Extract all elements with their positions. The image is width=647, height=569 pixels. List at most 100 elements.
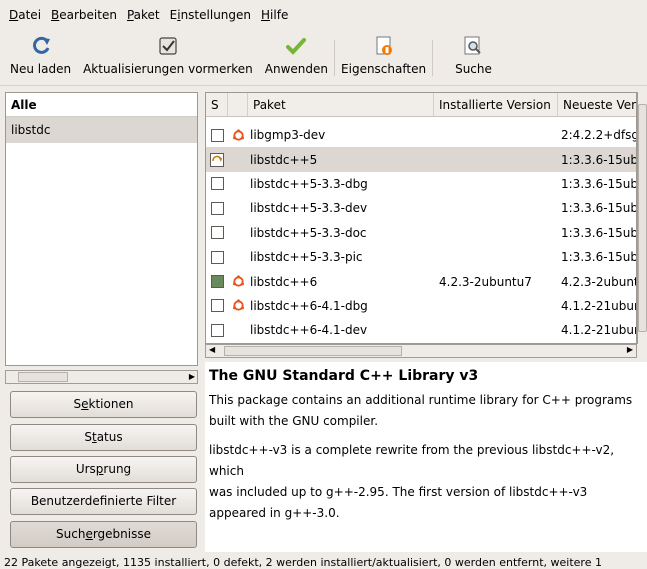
apply-check-icon [284, 34, 308, 58]
latest-version: 2:4.2.2+dfsg [561, 128, 637, 143]
latest-version: 4.2.3-2ubunt [561, 274, 637, 289]
package-checkbox[interactable] [210, 177, 224, 191]
installed-version: 4.2.3-2ubuntu7 [439, 274, 532, 289]
package-row[interactable]: libstdc++5-3.3-dev 1:3.3.6-15ub [206, 196, 637, 220]
package-checkbox[interactable] [210, 250, 224, 264]
support-cell [228, 129, 248, 142]
package-name: libstdc++5-3.3-dev [250, 201, 368, 216]
package-name: libstdc++6-4.1-dev [250, 323, 368, 338]
properties-button[interactable]: Eigenschaften [335, 30, 432, 86]
ubuntu-support-icon [232, 129, 244, 141]
package-checkbox-cell[interactable] [206, 177, 228, 191]
package-row[interactable]: libstdc++5-3.3-doc 1:3.3.6-15ub [206, 221, 637, 245]
column-header-package[interactable]: Paket [248, 93, 434, 116]
category-list-hscrollbar[interactable]: ▶ [5, 370, 198, 384]
mark-upgrades-icon [156, 34, 180, 58]
package-table-hscrollbar[interactable]: ◀ ▶ [205, 344, 637, 358]
package-table-vscrollbar[interactable] [637, 92, 647, 344]
mark-upgrades-button[interactable]: Aktualisierungen vormerken [77, 30, 259, 86]
scrollbar-thumb[interactable] [224, 346, 402, 356]
support-cell [228, 299, 248, 312]
custom-filter-button[interactable]: Benutzerdefinierte Filter [10, 488, 197, 515]
package-name: libstdc++5-3.3-dbg [250, 176, 368, 191]
latest-version: 4.1.2-21ubur [561, 298, 637, 313]
category-list: Alle libstdc [5, 92, 198, 366]
scroll-right-arrow-icon[interactable]: ▶ [189, 372, 195, 381]
origin-button[interactable]: Ursprung [10, 456, 197, 483]
package-name: libstdc++6 [250, 274, 318, 289]
package-name: libstdc++5 [250, 152, 318, 167]
menu-einstellungen[interactable]: Einstellungen [165, 0, 256, 30]
package-checkbox[interactable] [210, 323, 224, 337]
package-checkbox-cell[interactable] [206, 201, 228, 215]
package-name: libgmp3-dev [250, 128, 326, 143]
search-button[interactable]: Suche [433, 30, 502, 86]
latest-version: 1:3.3.6-15ub [561, 201, 637, 216]
package-checkbox-cell[interactable] [206, 275, 228, 289]
package-table: S Paket Installierte Version Neueste Ver… [205, 92, 637, 344]
package-checkbox-cell[interactable] [206, 152, 228, 167]
column-header-latest-version[interactable]: Neueste Ver [558, 93, 636, 116]
package-row[interactable]: libstdc++6-4.1-dbg 4.1.2-21ubur [206, 294, 637, 318]
package-checkbox[interactable] [210, 201, 224, 215]
description-paragraph: libstdc++-v3 is a complete rewrite from … [209, 443, 615, 478]
package-row[interactable]: libstdc++5-3.3-dbg 1:3.3.6-15ub [206, 172, 637, 196]
package-row[interactable]: libgmp3-dev 2:4.2.2+dfsg [206, 123, 637, 147]
column-header-support[interactable] [228, 93, 248, 116]
latest-version: 1:3.3.6-15ub [561, 225, 637, 240]
reload-icon [29, 34, 53, 58]
menu-hilfe[interactable]: Hilfe [256, 0, 293, 30]
package-row[interactable]: libstdc++6-4.1-dev 4.1.2-21ubur [206, 318, 637, 342]
ubuntu-support-icon [232, 275, 244, 287]
package-row[interactable]: libstdc++5 1:3.3.6-15ub [206, 147, 637, 172]
toolbar: Neu laden Aktualisierungen vormerken Anw… [0, 30, 647, 86]
latest-version: 1:3.3.6-15ub [561, 176, 637, 191]
description-paragraph: This package contains an additional runt… [209, 393, 633, 428]
package-checkbox-cell[interactable] [206, 250, 228, 264]
apply-button[interactable]: Anwenden [259, 30, 334, 86]
category-list-header[interactable]: Alle [6, 93, 197, 117]
latest-version: 1:3.3.6-15ub [561, 152, 637, 167]
ubuntu-support-icon [232, 299, 244, 312]
search-icon [461, 34, 485, 58]
scroll-left-arrow-icon[interactable]: ◀ [209, 345, 215, 354]
scrollbar-thumb[interactable] [18, 372, 68, 382]
package-checkbox[interactable] [210, 226, 224, 240]
package-name: libstdc++5-3.3-pic [250, 250, 363, 265]
package-checkbox[interactable] [210, 299, 224, 313]
column-header-status[interactable]: S [206, 93, 228, 116]
reload-button[interactable]: Neu laden [4, 30, 77, 86]
latest-version: 1:3.3.6-15ub [561, 250, 637, 265]
package-row[interactable]: libstdc++5-3.3-pic 1:3.3.6-15ub [206, 245, 637, 269]
status-bar: 22 Pakete angezeigt, 1135 installiert, 0… [4, 556, 602, 569]
description-title: The GNU Standard C++ Library v3 [209, 368, 479, 384]
scroll-right-arrow-icon[interactable]: ▶ [627, 345, 633, 354]
status-button[interactable]: Status [10, 424, 197, 451]
sections-button[interactable]: Sektionen [10, 391, 197, 418]
locked-package-icon [210, 152, 224, 167]
description-paragraph: was included up to g++-2.95. The first v… [209, 485, 588, 520]
package-checkbox-cell[interactable] [206, 299, 228, 313]
menu-datei[interactable]: Datei [4, 0, 46, 30]
search-results-button[interactable]: Suchergebnisse [10, 521, 197, 548]
package-table-header: S Paket Installierte Version Neueste Ver [206, 93, 636, 117]
installed-checkbox[interactable] [210, 275, 224, 289]
latest-version: 4.1.2-21ubur [561, 323, 637, 338]
menu-bearbeiten[interactable]: Bearbeiten [46, 0, 122, 30]
category-item[interactable]: libstdc [6, 117, 197, 143]
package-checkbox-cell[interactable] [206, 323, 228, 337]
package-description: The GNU Standard C++ Library v3 This pac… [205, 362, 647, 552]
scrollbar-thumb[interactable] [638, 104, 647, 332]
package-checkbox-cell[interactable] [206, 128, 228, 142]
package-name: libstdc++6-4.1-dbg [250, 298, 368, 313]
package-name: libstdc++5-3.3-doc [250, 225, 367, 240]
support-cell [228, 275, 248, 288]
column-header-installed-version[interactable]: Installierte Version [434, 93, 558, 116]
properties-icon [372, 34, 396, 58]
menu-paket[interactable]: Paket [122, 0, 165, 30]
package-checkbox[interactable] [210, 128, 224, 142]
package-rows: libgmp3-dev 2:4.2.2+dfsg libstdc++5 1:3.3.6… [206, 117, 637, 343]
menu-bar: Datei Bearbeiten Paket Einstellungen Hil… [0, 0, 647, 30]
package-row[interactable]: libstdc++6 4.2.3-2ubuntu7 4.2.3-2ubunt [206, 269, 637, 293]
package-checkbox-cell[interactable] [206, 226, 228, 240]
